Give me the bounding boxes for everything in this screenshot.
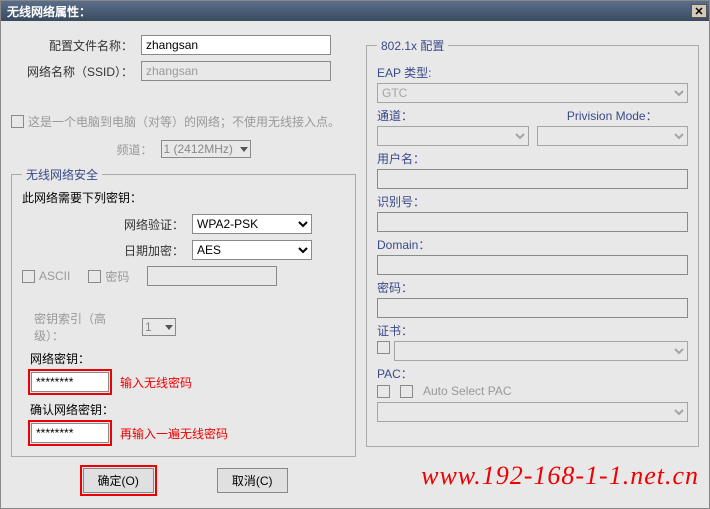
titlebar: 无线网络属性： ✕	[1, 1, 709, 21]
id-input	[377, 212, 688, 232]
adhoc-label: 这是一个电脑到电脑（对等）的网络；不使用无线接入点。	[28, 113, 340, 130]
chevron-down-icon	[165, 325, 173, 330]
checkbox-icon	[22, 270, 35, 283]
confirm-key-label: 确认网络密钥：	[30, 401, 345, 418]
cert-label: 证书：	[377, 322, 688, 339]
enc-select[interactable]: AES	[192, 240, 312, 260]
eap-label: EAP 类型:	[377, 64, 688, 81]
channel-label: 频道：	[116, 141, 160, 158]
domain-input	[377, 255, 688, 275]
right-panel: 802.1x 配置 EAP 类型: GTC 通道： Privision Mode…	[366, 29, 699, 505]
dialog-window: 无线网络属性： ✕ 配置文件名称： 网络名称（SSID）： 这是一个电脑到电脑（…	[0, 0, 710, 509]
cert-select	[394, 341, 688, 361]
config-name-label: 配置文件名称：	[11, 37, 141, 54]
pac-checkbox	[377, 385, 390, 398]
auth-select[interactable]: WPA2-PSK	[192, 214, 312, 234]
tunnel-select	[377, 126, 529, 146]
watermark: www.192-168-1-1.net.cn	[421, 461, 699, 491]
security-fieldset: 无线网络安全 此网络需要下列密钥： 网络验证： WPA2-PSK 日期加密： A…	[11, 166, 356, 457]
pwd-input	[377, 298, 688, 318]
domain-label: Domain：	[377, 236, 688, 253]
tunnel-label: 通道：	[377, 107, 529, 124]
pac-label: PAC：	[377, 365, 688, 382]
ssid-label: 网络名称（SSID）：	[11, 63, 141, 80]
net-key-hint: 输入无线密码	[120, 374, 192, 391]
confirm-key-highlight	[28, 420, 112, 446]
enc-label: 日期加密：	[22, 242, 192, 259]
chevron-down-icon	[240, 147, 248, 152]
net-key-input[interactable]	[31, 372, 109, 392]
config-name-input[interactable]	[141, 35, 331, 55]
close-icon[interactable]: ✕	[691, 4, 707, 18]
checkbox-icon	[88, 270, 101, 283]
auth-label: 网络验证：	[22, 216, 192, 233]
dialog-title: 无线网络属性：	[7, 3, 91, 20]
password-checkbox: 密码	[88, 268, 129, 285]
adhoc-checkbox: 这是一个电脑到电脑（对等）的网络；不使用无线接入点。	[11, 113, 340, 130]
cancel-button[interactable]: 取消(C)	[217, 468, 288, 493]
password-text-input	[147, 266, 277, 286]
channel-select: 1 (2412MHz)	[161, 140, 251, 158]
user-label: 用户名：	[377, 150, 688, 167]
net-key-highlight	[28, 369, 112, 395]
security-legend: 无线网络安全	[22, 166, 102, 183]
dot1x-fieldset: 802.1x 配置 EAP 类型: GTC 通道： Privision Mode…	[366, 37, 699, 447]
auto-pac-label: Auto Select PAC	[423, 384, 512, 398]
left-panel: 配置文件名称： 网络名称（SSID）： 这是一个电脑到电脑（对等）的网络；不使用…	[11, 29, 356, 505]
ascii-checkbox: ASCII	[22, 269, 70, 283]
key-index-label: 密钥索引（高级）：	[22, 310, 142, 344]
confirm-key-hint: 再输入一遍无线密码	[120, 425, 228, 442]
security-desc: 此网络需要下列密钥：	[22, 189, 345, 206]
cert-checkbox	[377, 341, 390, 354]
net-key-label: 网络密钥：	[30, 350, 345, 367]
pac-select	[377, 402, 688, 422]
key-index-select: 1	[142, 318, 176, 336]
ssid-input	[141, 61, 331, 81]
pwd-label: 密码：	[377, 279, 688, 296]
eap-select: GTC	[377, 83, 688, 103]
provision-label: Privision Mode：	[537, 107, 689, 124]
ok-button[interactable]: 确定(O)	[83, 468, 154, 493]
checkbox-icon	[11, 115, 24, 128]
ok-button-highlight: 确定(O)	[80, 465, 157, 496]
confirm-key-input[interactable]	[31, 423, 109, 443]
user-input	[377, 169, 688, 189]
id-label: 识别号：	[377, 193, 688, 210]
dot1x-legend: 802.1x 配置	[377, 37, 448, 54]
provision-select	[537, 126, 689, 146]
auto-pac-checkbox	[400, 385, 413, 398]
